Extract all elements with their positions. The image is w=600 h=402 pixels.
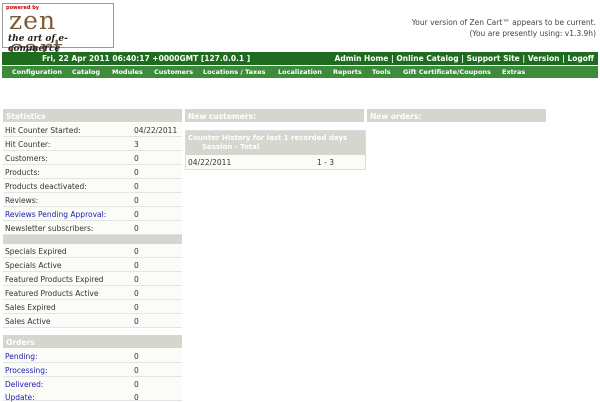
stat-value: 0	[134, 168, 139, 177]
stat-label: Featured Products Active	[5, 289, 99, 298]
stat-label: Reviews:	[5, 196, 39, 205]
stat-row: Sales Expired 0	[3, 300, 182, 314]
stat-row: Specials Expired 0	[3, 244, 182, 258]
stat-value: 0	[134, 247, 139, 256]
stat-row: Specials Active 0	[3, 258, 182, 272]
logo-tagline: the art of e-commerce	[8, 34, 68, 54]
menu-reports[interactable]: Reports	[333, 68, 362, 76]
admin-home-link[interactable]: Admin Home	[335, 54, 389, 63]
new-orders-header: New orders:	[367, 109, 546, 122]
orders-header: Orders	[3, 335, 182, 348]
order-count: 0	[134, 352, 139, 361]
stat-label: Featured Products Expired	[5, 275, 104, 284]
stat-label: Customers:	[5, 154, 48, 163]
counter-history-box: Counter History for last 1 recorded days…	[185, 130, 366, 170]
stat-label: Sales Expired	[5, 303, 56, 312]
orders-delivered-link[interactable]: Delivered:	[5, 380, 43, 389]
stat-label: Products deactivated:	[5, 182, 87, 191]
order-count: 0	[134, 393, 139, 402]
statistics-title: Statistics	[6, 112, 46, 121]
stat-value: 0	[134, 196, 139, 205]
stat-value: 0	[134, 210, 139, 219]
version-using: (You are presently using: v1.3.9h)	[469, 29, 596, 38]
menu-locations-taxes[interactable]: Locations / Taxes	[203, 68, 266, 76]
stat-label: Newsletter subscribers:	[5, 224, 94, 233]
stat-row: Hit Counter: 3	[3, 137, 182, 151]
stat-value: 0	[134, 303, 139, 312]
zen-cart-logo[interactable]: powered by zen cart the art of e-commerc…	[2, 3, 114, 63]
orders-delivered-row[interactable]: Delivered: 0	[3, 377, 182, 391]
orders-update-row[interactable]: Update: 0	[3, 390, 182, 402]
stat-row: Newsletter subscribers: 0	[3, 221, 182, 235]
admin-links: Admin Home | Online Catalog | Support Si…	[335, 54, 594, 63]
main-menu: Configuration Catalog Modules Customers …	[2, 66, 598, 78]
menu-catalog[interactable]: Catalog	[72, 68, 100, 76]
stat-value: 0	[134, 154, 139, 163]
menu-configuration[interactable]: Configuration	[12, 68, 62, 76]
stat-row: Customers: 0	[3, 151, 182, 165]
stat-row: Hit Counter Started: 04/22/2011	[3, 123, 182, 137]
stat-value: 0	[134, 289, 139, 298]
statistics-header: Statistics	[3, 109, 182, 122]
menu-tools[interactable]: Tools	[372, 68, 391, 76]
logoff-link[interactable]: Logoff	[567, 54, 594, 63]
version-notice: Your version of Zen Cart™ appears to be …	[356, 17, 596, 39]
online-catalog-link[interactable]: Online Catalog	[396, 54, 458, 63]
stat-label: Specials Expired	[5, 247, 67, 256]
version-link[interactable]: Version	[528, 54, 560, 63]
orders-title: Orders	[6, 338, 35, 347]
orders-processing-row[interactable]: Processing: 0	[3, 363, 182, 377]
header: powered by zen cart the art of e-commerc…	[0, 0, 600, 63]
orders-pending-link[interactable]: Pending:	[5, 352, 38, 361]
stat-value: 3	[134, 140, 139, 149]
stat-row: Reviews: 0	[3, 193, 182, 207]
stat-row: Featured Products Expired 0	[3, 272, 182, 286]
menu-modules[interactable]: Modules	[112, 68, 143, 76]
orders-pending-row[interactable]: Pending: 0	[3, 349, 182, 363]
stat-label: Products:	[5, 168, 40, 177]
stat-value: 0	[134, 224, 139, 233]
admin-topbar: Fri, 22 Apr 2011 06:40:17 +0000GMT [127.…	[2, 52, 598, 65]
stat-label: Sales Active	[5, 317, 51, 326]
reviews-pending-link[interactable]: Reviews Pending Approval:	[5, 210, 106, 219]
link-separator: |	[391, 54, 394, 63]
menu-localization[interactable]: Localization	[278, 68, 322, 76]
counter-history-header: Counter History for last 1 recorded days…	[186, 131, 365, 155]
menu-customers[interactable]: Customers	[154, 68, 193, 76]
stat-value: 0	[134, 261, 139, 270]
link-separator: |	[522, 54, 526, 63]
stat-value: 04/22/2011	[134, 126, 178, 135]
stat-value: 0	[134, 317, 139, 326]
menu-extras[interactable]: Extras	[502, 68, 525, 76]
stat-row: Sales Active 0	[3, 314, 182, 328]
counter-history-title: Counter History for last 1 recorded days	[188, 134, 348, 142]
stat-label: Hit Counter Started:	[5, 126, 81, 135]
menu-gift-certificates[interactable]: Gift Certificate/Coupons	[403, 68, 491, 76]
new-orders-title: New orders:	[370, 112, 422, 121]
reviews-pending-row[interactable]: Reviews Pending Approval: 0	[3, 207, 182, 221]
stat-row: Products: 0	[3, 165, 182, 179]
counter-value: 1 - 3	[317, 158, 335, 167]
counter-history-subtitle: Session - Total	[202, 143, 260, 151]
order-count: 0	[134, 380, 139, 389]
stat-value: 0	[134, 275, 139, 284]
link-separator: |	[562, 54, 565, 63]
stat-row: Products deactivated: 0	[3, 179, 182, 193]
stat-value: 0	[134, 182, 139, 191]
orders-processing-link[interactable]: Processing:	[5, 366, 48, 375]
version-current: Your version of Zen Cart™ appears to be …	[411, 18, 596, 27]
stat-label: Specials Active	[5, 261, 62, 270]
stat-row: Featured Products Active 0	[3, 286, 182, 300]
support-site-link[interactable]: Support Site	[467, 54, 520, 63]
orders-update-link[interactable]: Update:	[5, 393, 35, 402]
new-customers-title: New customers:	[188, 112, 256, 121]
new-customers-header: New customers:	[185, 109, 364, 122]
order-count: 0	[134, 366, 139, 375]
stat-label: Hit Counter:	[5, 140, 51, 149]
statistics-divider	[3, 235, 182, 244]
server-datetime: Fri, 22 Apr 2011 06:40:17 +0000GMT [127.…	[42, 54, 251, 63]
counter-date: 04/22/2011	[188, 158, 232, 167]
link-separator: |	[461, 54, 464, 63]
